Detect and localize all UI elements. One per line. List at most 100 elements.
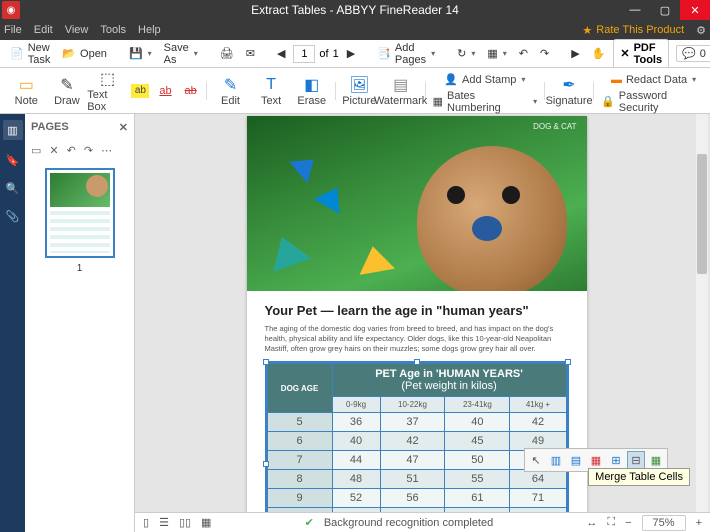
menu-tools[interactable]: Tools <box>100 24 126 36</box>
password-security-button[interactable]: 🔒 Password Security <box>597 92 710 112</box>
underline-tool[interactable]: ab <box>153 70 178 112</box>
table-col-header: 41kg + <box>510 397 566 413</box>
page-number-input[interactable] <box>293 45 315 63</box>
menu-file[interactable]: File <box>4 24 22 36</box>
merge-cells-icon[interactable]: ⊟ <box>627 451 645 469</box>
thumbnail-view-icon[interactable]: ▦ <box>201 516 211 529</box>
title-bar: ◉ Extract Tables - ABBYY FineReader 14 —… <box>0 0 710 20</box>
highlight-tool[interactable]: ab <box>128 70 153 112</box>
note-tool[interactable]: ▭Note <box>6 70 47 112</box>
table-col-header: 10-22kg <box>380 397 445 413</box>
pet-age-table: DOG AGE PET Age in 'HUMAN YEARS'(Pet wei… <box>267 363 567 512</box>
table-row: 952566171 <box>267 489 566 508</box>
add-horizontal-line-icon[interactable]: ▤ <box>567 451 585 469</box>
settings-icon[interactable]: ⚙ <box>696 24 706 37</box>
page-of-label: of <box>319 48 328 60</box>
ribbon-toolbar: ▭Note ✎Draw ⬚Text Box ab ab ab ✎Edit TTe… <box>0 68 710 114</box>
hand-tool[interactable]: ✋ <box>588 45 610 62</box>
rate-product[interactable]: ★ Rate This Product <box>582 24 684 37</box>
print-button[interactable]: 🖨 <box>216 45 238 62</box>
page-total: 1 <box>333 48 339 60</box>
hero-image: DOG & CAT <box>247 116 587 291</box>
article-paragraph: The aging of the domestic dog varies fro… <box>265 324 569 353</box>
main-toolbar: 📄 New Task 📂 Open 💾▾ Save As▾ 🖨 ✉ ◀ of 1… <box>0 40 710 68</box>
save-button[interactable]: 💾▾ <box>125 45 156 62</box>
fit-width-icon[interactable]: ↔ <box>586 517 597 529</box>
bookmarks-icon[interactable]: 🔖 <box>5 152 21 168</box>
table-row: 848515564 <box>267 470 566 489</box>
search-icon[interactable]: 🔍 <box>5 180 21 196</box>
redact-data-button[interactable]: ▬ Redact Data▾ <box>597 70 710 90</box>
table-row: 1056606676 <box>267 508 566 512</box>
pages-panel-close-icon[interactable]: ✕ <box>119 121 128 134</box>
draw-tool[interactable]: ✎Draw <box>47 70 88 112</box>
zoom-in-button[interactable]: + <box>696 517 702 529</box>
check-icon: ✔ <box>305 516 314 529</box>
select-tool-icon[interactable]: ↖ <box>527 451 545 469</box>
comments-button[interactable]: 💬0 <box>676 45 710 62</box>
bates-numbering-button[interactable]: ▦ Bates Numbering▾ <box>429 92 542 112</box>
th-dog-age: DOG AGE <box>267 364 332 413</box>
pdf-tools-button[interactable]: ✕ PDF Tools <box>613 39 669 69</box>
rotate-left-icon[interactable]: ↶ <box>67 144 76 157</box>
pages-panel-icon[interactable]: ▥ <box>3 120 23 140</box>
vertical-scrollbar[interactable] <box>696 114 708 512</box>
erase-tool[interactable]: ◧Erase <box>291 70 332 112</box>
status-bar: ▯ ☰ ▯▯ ▦ ✔ Background recognition comple… <box>135 512 710 532</box>
open-button[interactable]: 📂 Open <box>58 45 111 62</box>
save-as-button[interactable]: Save As▾ <box>160 40 202 68</box>
rotate-right-icon[interactable]: ↷ <box>84 144 93 157</box>
signature-tool[interactable]: ✒Signature <box>548 70 590 112</box>
left-sidebar: ▥ 🔖 🔍 📎 <box>0 114 25 532</box>
split-cells-icon[interactable]: ⊞ <box>607 451 625 469</box>
maximize-button[interactable]: ▢ <box>650 0 680 20</box>
window-title: Extract Tables - ABBYY FineReader 14 <box>251 3 459 17</box>
textbox-tool[interactable]: ⬚Text Box <box>87 70 128 112</box>
tooltip: Merge Table Cells <box>588 468 690 486</box>
table-col-header: 0-9kg <box>332 397 380 413</box>
edit-tool[interactable]: ✎Edit <box>210 70 251 112</box>
redo-button[interactable]: ↷ <box>536 45 553 62</box>
email-button[interactable]: ✉ <box>242 45 259 62</box>
cell-type-icon[interactable]: ▦ <box>647 451 665 469</box>
document-area[interactable]: DOG & CAT Your Pet — learn the age in "h… <box>135 114 710 512</box>
pages-panel-title: PAGES <box>31 121 69 133</box>
delete-line-icon[interactable]: ▦ <box>587 451 605 469</box>
single-page-view-icon[interactable]: ▯ <box>143 516 149 529</box>
text-tool[interactable]: TText <box>251 70 292 112</box>
minimize-button[interactable]: — <box>620 0 650 20</box>
add-page-icon[interactable]: ▭ <box>31 144 41 157</box>
strikeout-tool[interactable]: ab <box>178 70 203 112</box>
continuous-view-icon[interactable]: ☰ <box>159 516 169 529</box>
table-row: 640424549 <box>267 432 566 451</box>
brand-logo: DOG & CAT <box>533 122 576 131</box>
pointer-tool[interactable]: ▶ <box>567 45 583 62</box>
menu-view[interactable]: View <box>65 24 89 36</box>
fit-page-icon[interactable]: ⛶ <box>607 516 615 529</box>
add-vertical-line-icon[interactable]: ▥ <box>547 451 565 469</box>
zoom-level[interactable]: 75% <box>642 515 686 531</box>
menu-help[interactable]: Help <box>138 24 161 36</box>
add-pages-button[interactable]: 📑 Add Pages▾ <box>373 40 439 68</box>
delete-page-icon[interactable]: ✕ <box>49 144 58 157</box>
page-thumbnail-1[interactable] <box>45 168 115 258</box>
table-row: 536374042 <box>267 413 566 432</box>
zoom-out-button[interactable]: − <box>625 517 631 529</box>
add-stamp-button[interactable]: 👤 Add Stamp▾ <box>429 70 542 90</box>
undo-button[interactable]: ↶ <box>515 45 532 62</box>
menu-bar: File Edit View Tools Help ★ Rate This Pr… <box>0 20 710 40</box>
watermark-tool[interactable]: ▤Watermark <box>380 70 422 112</box>
crop-button[interactable]: ▦▾ <box>483 45 510 62</box>
two-page-view-icon[interactable]: ▯▯ <box>179 516 191 529</box>
close-button[interactable]: ✕ <box>680 0 710 20</box>
new-task-button[interactable]: 📄 New Task <box>6 40 54 68</box>
next-page-button[interactable]: ▶ <box>343 45 359 62</box>
pages-panel: PAGES ✕ ▭ ✕ ↶ ↷ ⋯ 1 <box>25 114 135 532</box>
rotate-button[interactable]: ↻▾ <box>453 45 479 62</box>
app-icon: ◉ <box>2 1 20 19</box>
attachments-icon[interactable]: 📎 <box>5 208 21 224</box>
table-selection[interactable]: DOG AGE PET Age in 'HUMAN YEARS'(Pet wei… <box>265 361 569 512</box>
menu-edit[interactable]: Edit <box>34 24 53 36</box>
more-icon[interactable]: ⋯ <box>101 144 112 157</box>
prev-page-button[interactable]: ◀ <box>273 45 289 62</box>
